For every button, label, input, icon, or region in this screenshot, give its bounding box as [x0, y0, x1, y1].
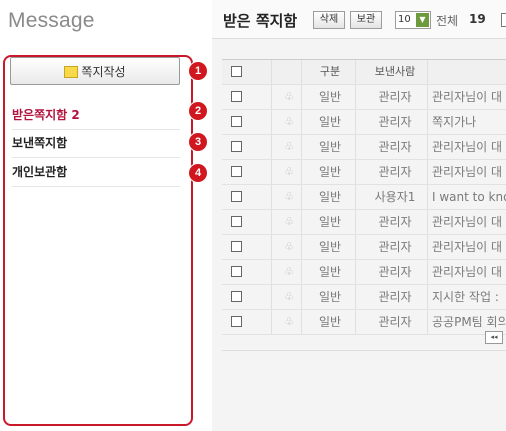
row-subject[interactable]: 쪽지가나 [432, 110, 506, 134]
row-subject[interactable]: 관리자님이 대 [432, 135, 506, 159]
table-row[interactable]: ♧ 일반 관리자 쪽지가나 [222, 110, 506, 135]
read-status-icon: ♧ [284, 90, 294, 103]
row-checkbox[interactable] [231, 191, 242, 202]
row-sender: 관리자 [378, 165, 412, 179]
row-checkbox[interactable] [231, 166, 242, 177]
row-sender: 관리자 [378, 215, 412, 229]
header-extra-box [501, 13, 506, 27]
chevron-down-icon: ▼ [416, 13, 429, 27]
read-status-icon: ♧ [284, 190, 294, 203]
delete-button[interactable]: 삭제 [313, 11, 345, 29]
compose-label: 쪽지작성 [81, 64, 126, 79]
memo-icon [64, 66, 79, 78]
row-type: 일반 [318, 90, 342, 104]
table-row[interactable]: ♧ 일반 관리자 관리자님이 대 [222, 85, 506, 110]
read-status-icon: ♧ [284, 165, 294, 178]
row-checkbox[interactable] [231, 116, 242, 127]
row-sender: 관리자 [378, 115, 412, 129]
row-type: 일반 [318, 215, 342, 229]
message-table: 구분 보낸사람 ♧ 일반 관리자 관리자님이 대 ♧ 일반 관리자 쪽지가나 ♧… [222, 59, 506, 335]
compose-message-button[interactable]: 쪽지작성 [10, 57, 180, 85]
sidebar-item-inbox[interactable]: 받은쪽지함 2 [12, 101, 180, 130]
column-header-type[interactable]: 구분 [316, 60, 344, 84]
row-sender: 사용자1 [374, 190, 416, 204]
total-count: 19 [469, 12, 486, 26]
read-status-icon: ♧ [284, 215, 294, 228]
table-row[interactable]: ♧ 일반 사용자1 I want to kno [222, 185, 506, 210]
row-checkbox[interactable] [231, 241, 242, 252]
table-row[interactable]: ♧ 일반 관리자 관리자님이 대 [222, 235, 506, 260]
row-type: 일반 [318, 190, 342, 204]
row-checkbox[interactable] [231, 91, 242, 102]
row-subject[interactable]: 관리자님이 대 [432, 235, 506, 259]
row-type: 일반 [318, 290, 342, 304]
callout-badge-3: 3 [189, 133, 207, 151]
row-sender: 관리자 [378, 240, 412, 254]
read-status-icon: ♧ [284, 265, 294, 278]
row-subject[interactable]: 관리자님이 대 [432, 210, 506, 234]
table-row[interactable]: ♧ 일반 관리자 지시한 작업 : [222, 285, 506, 310]
message-sidebar: Message 쪽지작성 받은쪽지함 2 보낸쪽지함 개인보관함 1 2 3 4 [0, 0, 207, 431]
total-label: 전체 [436, 14, 459, 28]
row-checkbox[interactable] [231, 266, 242, 277]
callout-badge-2: 2 [189, 102, 207, 120]
first-page-button[interactable]: ◂◂ [485, 331, 503, 344]
table-row[interactable]: ♧ 일반 관리자 관리자님이 대 [222, 135, 506, 160]
page-size-select[interactable]: 10 ▼ [395, 11, 431, 29]
row-checkbox[interactable] [231, 141, 242, 152]
inbox-header: 받은 쪽지함 삭제 보관 10 ▼ 전체 19 [212, 0, 506, 39]
column-header-sender[interactable]: 보낸사람 [364, 60, 426, 84]
row-subject[interactable]: I want to kno [432, 185, 506, 209]
read-status-icon: ♧ [284, 290, 294, 303]
table-header-row: 구분 보낸사람 [222, 60, 506, 85]
page-title: 받은 쪽지함 [223, 12, 298, 30]
select-all-checkbox[interactable] [231, 66, 242, 77]
row-sender: 관리자 [378, 90, 412, 104]
sidebar-title: Message [8, 9, 95, 32]
row-subject[interactable]: 관리자님이 대 [432, 160, 506, 184]
row-subject[interactable]: 지시한 작업 : [432, 285, 506, 309]
row-type: 일반 [318, 165, 342, 179]
row-subject[interactable]: 관리자님이 대 [432, 260, 506, 284]
row-sender: 관리자 [378, 290, 412, 304]
table-row[interactable]: ♧ 일반 관리자 관리자님이 대 [222, 210, 506, 235]
table-row[interactable]: ♧ 일반 관리자 관리자님이 대 [222, 260, 506, 285]
row-type: 일반 [318, 265, 342, 279]
keep-button[interactable]: 보관 [350, 11, 382, 29]
inbox-panel: 받은 쪽지함 삭제 보관 10 ▼ 전체 19 구분 보낸사람 ♧ 일반 관리자… [212, 0, 506, 431]
row-checkbox[interactable] [231, 216, 242, 227]
row-checkbox[interactable] [231, 291, 242, 302]
read-status-icon: ♧ [284, 140, 294, 153]
callout-badge-1: 1 [189, 62, 207, 80]
read-status-icon: ♧ [284, 240, 294, 253]
read-status-icon: ♧ [284, 115, 294, 128]
row-sender: 관리자 [378, 265, 412, 279]
table-row[interactable]: ♧ 일반 관리자 관리자님이 대 [222, 160, 506, 185]
row-type: 일반 [318, 240, 342, 254]
callout-badge-4: 4 [189, 164, 207, 182]
pagination: ◂◂ [222, 322, 506, 351]
row-subject[interactable]: 관리자님이 대 [432, 85, 506, 109]
sidebar-item-sent[interactable]: 보낸쪽지함 [12, 129, 180, 158]
row-type: 일반 [318, 115, 342, 129]
sidebar-item-archive[interactable]: 개인보관함 [12, 158, 180, 187]
page-size-value: 10 [398, 14, 411, 25]
row-type: 일반 [318, 140, 342, 154]
row-sender: 관리자 [378, 140, 412, 154]
